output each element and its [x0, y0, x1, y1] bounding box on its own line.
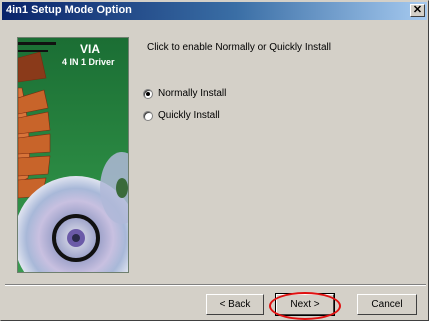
setup-dialog: 4in1 Setup Mode Option ✕ VIA 4 IN 1 Driv… — [0, 0, 429, 321]
radio-normally-install[interactable] — [143, 88, 153, 99]
instruction-text: Click to enable Normally or Quickly Inst… — [147, 42, 331, 53]
banner-brand: VIA — [80, 42, 101, 56]
window-title: 4in1 Setup Mode Option — [6, 4, 132, 16]
option-label: Normally Install — [158, 88, 227, 99]
cd-disc-artwork — [18, 38, 128, 272]
via-banner-image: VIA 4 IN 1 Driver — [17, 37, 129, 273]
close-icon: ✕ — [412, 4, 423, 16]
option-quickly-install[interactable]: Quickly Install — [143, 110, 220, 121]
close-button[interactable]: ✕ — [410, 4, 425, 17]
option-label: Quickly Install — [158, 110, 220, 121]
title-bar[interactable]: 4in1 Setup Mode Option ✕ — [2, 2, 427, 20]
cancel-button[interactable]: Cancel — [357, 294, 417, 315]
next-button[interactable]: Next > — [275, 293, 335, 316]
banner-product: 4 IN 1 Driver — [62, 57, 115, 67]
back-button[interactable]: < Back — [206, 294, 264, 315]
radio-quickly-install[interactable] — [143, 110, 153, 121]
option-normally-install[interactable]: Normally Install — [143, 88, 226, 99]
divider — [5, 284, 426, 286]
